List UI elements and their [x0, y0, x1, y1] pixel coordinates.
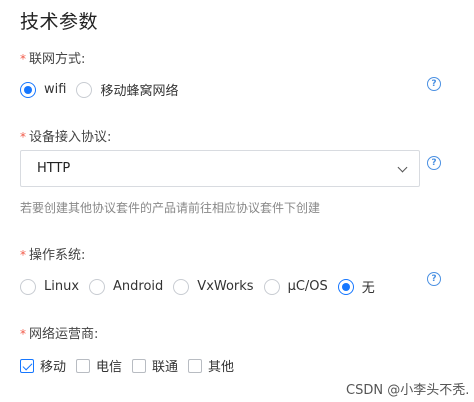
- watermark: CSDN @小李头不秃.: [346, 383, 470, 398]
- checkbox-mobile[interactable]: 移动: [20, 356, 66, 375]
- radio-android[interactable]: Android: [89, 278, 163, 295]
- network-radio-group: wifi 移动蜂窝网络: [20, 80, 188, 99]
- protocol-select[interactable]: HTTP: [20, 150, 420, 187]
- radio-cellular[interactable]: 移动蜂窝网络: [76, 80, 178, 99]
- help-icon[interactable]: ?: [427, 156, 441, 170]
- radio-vxworks[interactable]: VxWorks: [173, 278, 254, 295]
- help-icon[interactable]: ?: [427, 77, 441, 91]
- radio-none[interactable]: 无: [337, 277, 375, 296]
- radio-circle[interactable]: [76, 81, 93, 98]
- radio-circle[interactable]: [20, 81, 36, 98]
- radio-wifi[interactable]: wifi: [20, 81, 66, 98]
- carrier-label: * 网络运营商:: [20, 327, 99, 342]
- checkbox-box[interactable]: [20, 358, 34, 373]
- os-radio-group: Linux Android VxWorks μC/OS 无: [20, 277, 385, 296]
- help-icon[interactable]: ?: [427, 272, 441, 286]
- radio-ucos[interactable]: μC/OS: [263, 278, 328, 295]
- checkbox-telecom[interactable]: 电信: [76, 356, 122, 375]
- page-title: 技术参数: [20, 11, 99, 33]
- radio-circle[interactable]: [263, 278, 280, 295]
- os-label: * 操作系统:: [20, 248, 86, 263]
- checkbox-box[interactable]: [132, 358, 147, 373]
- radio-circle[interactable]: [89, 278, 106, 295]
- carrier-checkbox-group: 移动 电信 联通 其他: [20, 356, 244, 375]
- chevron-down-icon: [397, 162, 408, 173]
- protocol-label: * 设备接入协议:: [20, 130, 112, 145]
- radio-circle[interactable]: [173, 278, 190, 295]
- protocol-hint: 若要创建其他协议套件的产品请前往相应协议套件下创建: [20, 201, 321, 215]
- checkbox-other[interactable]: 其他: [188, 356, 234, 375]
- checkbox-box[interactable]: [188, 358, 203, 373]
- required-mark: *: [20, 130, 26, 144]
- required-mark: *: [20, 248, 26, 262]
- radio-circle[interactable]: [337, 278, 354, 295]
- checkbox-unicom[interactable]: 联通: [132, 356, 178, 375]
- required-mark: *: [20, 327, 26, 341]
- radio-circle[interactable]: [20, 278, 36, 295]
- checkbox-box[interactable]: [76, 358, 91, 373]
- required-mark: *: [20, 52, 26, 66]
- network-label: * 联网方式:: [20, 52, 86, 67]
- radio-linux[interactable]: Linux: [20, 278, 79, 295]
